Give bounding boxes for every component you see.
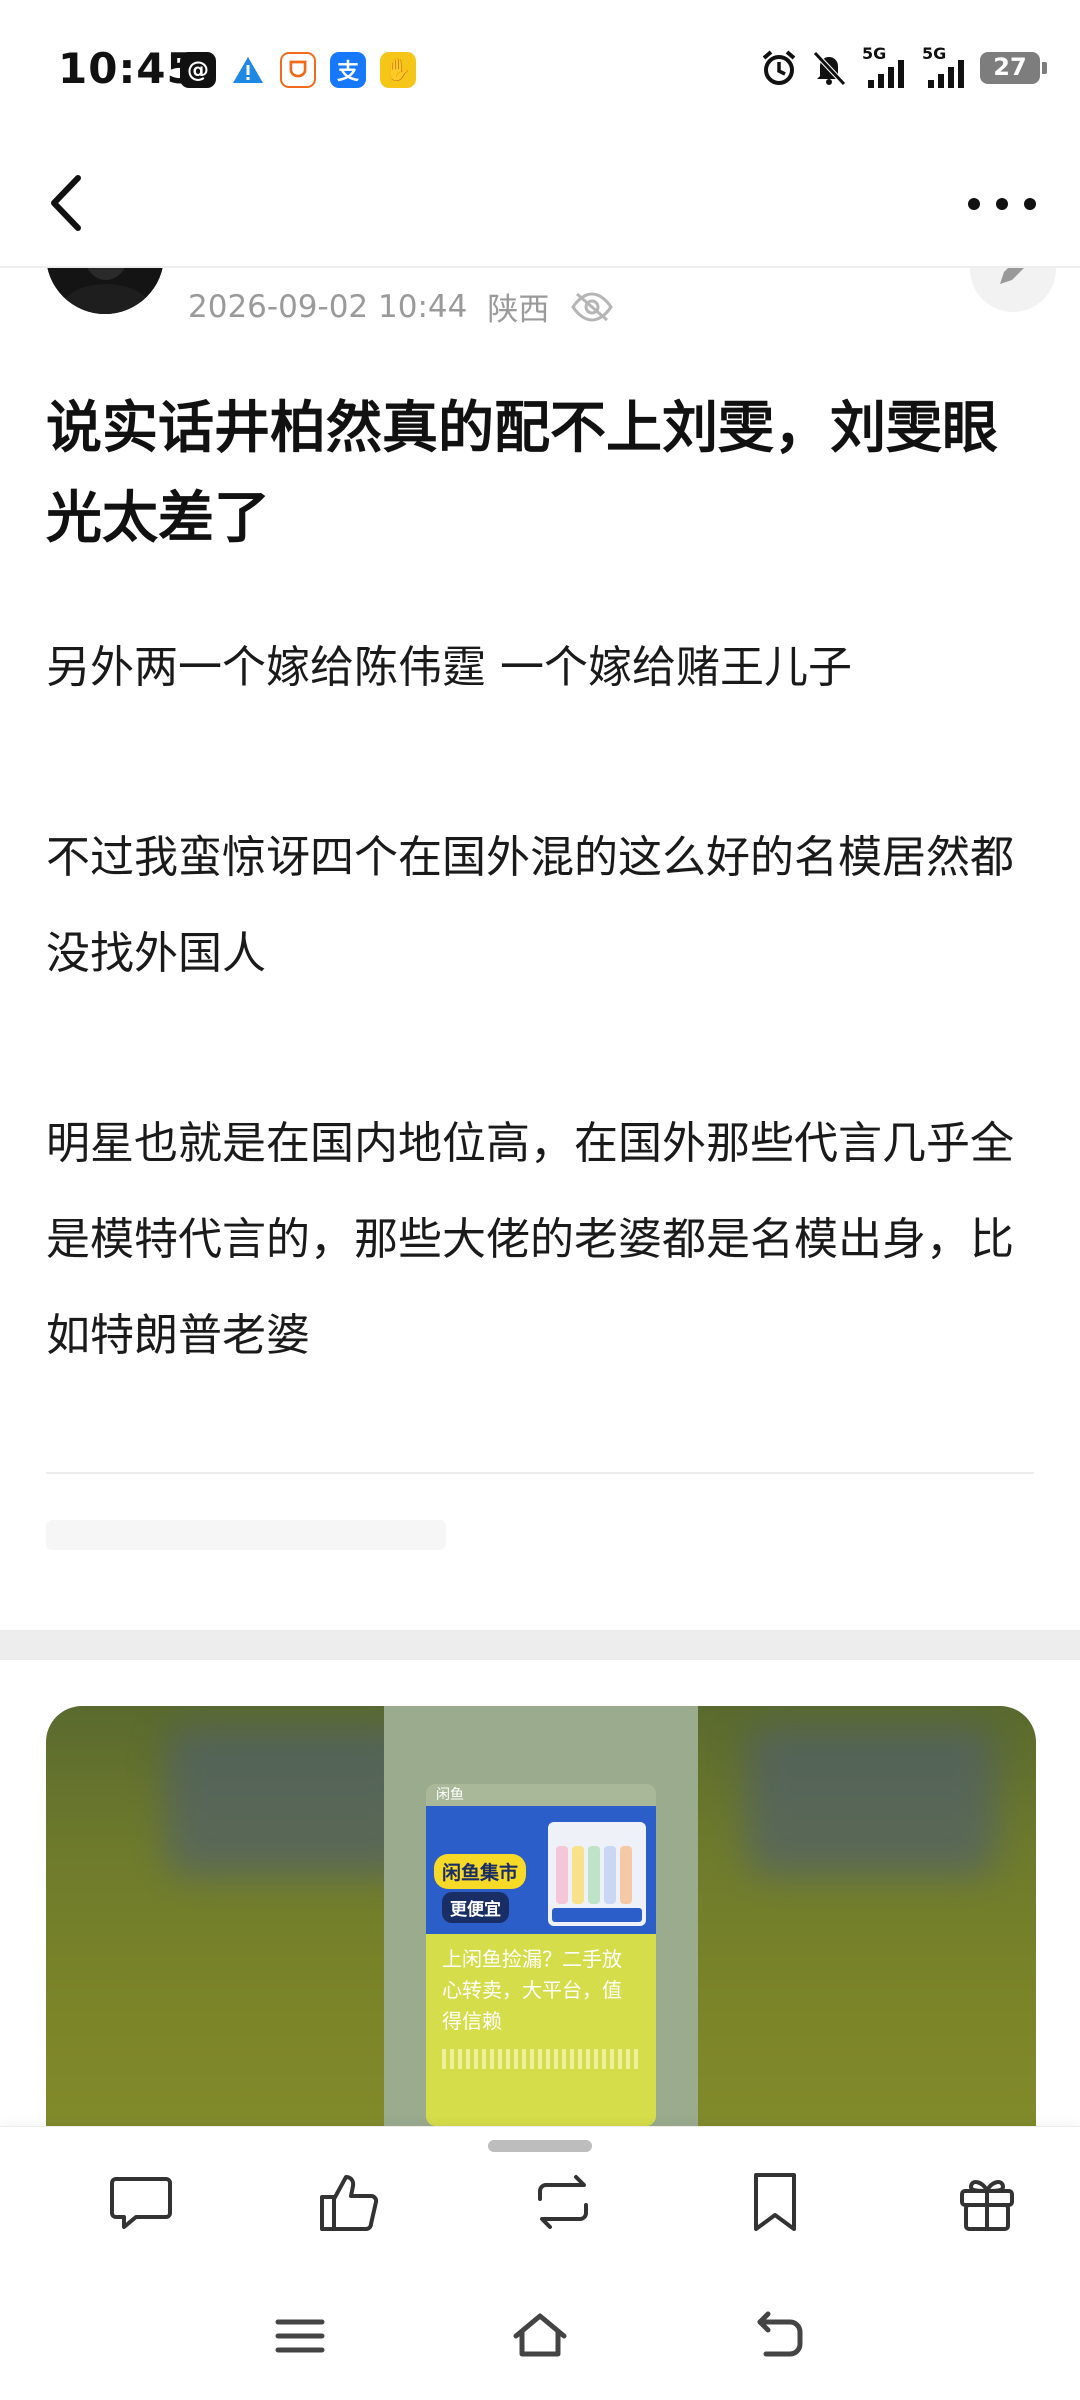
ad-banner: 闲鱼集市 更便宜 — [426, 1806, 656, 1934]
battery-level: 27 — [993, 53, 1027, 81]
ad-brand: 闲鱼 — [426, 1784, 656, 1806]
back-arrow-icon[interactable] — [40, 168, 100, 238]
divider — [46, 1472, 1034, 1474]
ad-decoration — [442, 2049, 640, 2069]
system-nav-bar — [0, 2276, 1080, 2400]
status-app-icons: @ ᗜ 支 ✋ — [180, 52, 416, 88]
battery-icon: 27 — [980, 52, 1047, 84]
alarm-icon — [762, 50, 796, 85]
section-separator — [0, 1630, 1080, 1660]
post-date: 2026-09-02 10:44 — [188, 288, 468, 325]
post-paragraph: 明星也就是在国内地位高，在国外那些代言几乎全是模特代言的，那些大佬的老婆都是名模… — [46, 1118, 1014, 1361]
alipay-icon: 支 — [330, 52, 366, 88]
top-nav-bar — [0, 140, 1080, 268]
ad-badge-sub: 更便宜 — [442, 1892, 509, 1923]
action-bar — [0, 2126, 1080, 2277]
more-dots-icon[interactable] — [962, 184, 1042, 224]
ad-background-blur — [166, 1726, 416, 1876]
post-title: 说实话井柏然真的配不上刘雯，刘雯眼光太差了 — [46, 396, 998, 551]
back-icon[interactable] — [750, 2308, 810, 2364]
taobao-icon: ᗜ — [280, 52, 316, 88]
warning-icon — [230, 52, 266, 88]
ad-badge-main: 闲鱼集市 — [434, 1854, 527, 1889]
status-bar: 10:45 @ ᗜ 支 ✋ 5G 5G 27 — [0, 0, 1080, 140]
repost-icon[interactable] — [528, 2167, 598, 2237]
wallet-icon: ✋ — [380, 52, 416, 88]
5g-signal-icon: 5G — [920, 44, 968, 88]
post-location: 陕西 — [487, 292, 550, 328]
eye-hidden-icon — [571, 291, 614, 322]
drag-handle[interactable] — [488, 2140, 592, 2152]
like-icon[interactable] — [314, 2167, 384, 2237]
gift-icon[interactable] — [952, 2167, 1022, 2237]
status-right: 5G 5G 27 — [760, 44, 1047, 88]
home-icon[interactable] — [510, 2308, 570, 2364]
placeholder-bar — [46, 1520, 446, 1550]
post-meta: 2026-09-02 10:44 陕西 — [188, 284, 615, 329]
comment-icon[interactable] — [106, 2167, 176, 2237]
post-paragraph: 不过我蛮惊讶四个在国外混的这么好的名模居然都没找外国人 — [46, 832, 1014, 979]
status-time: 10:45 — [58, 44, 197, 93]
ad-background-blur — [746, 1726, 996, 1876]
ad-text: 上闲鱼捡漏？二手放心转卖，大平台，值得信赖 — [442, 1947, 622, 2033]
post-paragraph: 另外两一个嫁给陈伟霆 一个嫁给赌王儿子 — [46, 642, 852, 693]
bookmark-icon[interactable] — [740, 2167, 810, 2237]
post-content: 2026-09-02 10:44 陕西 说实话井柏然真的配不上刘雯，刘雯眼光太差… — [0, 196, 1066, 1630]
mute-icon — [813, 51, 846, 86]
threads-icon: @ — [180, 52, 216, 88]
ad-product-image — [548, 1822, 646, 1926]
ad-creative[interactable]: 闲鱼 闲鱼集市 更便宜 上闲鱼捡漏？二手放心转卖，大平台，值得信赖 — [426, 1784, 656, 2126]
menu-icon[interactable] — [270, 2308, 330, 2364]
ad-card[interactable]: 闲鱼 闲鱼集市 更便宜 上闲鱼捡漏？二手放心转卖，大平台，值得信赖 — [46, 1706, 1036, 2126]
5g-signal-icon: 5G — [860, 44, 908, 88]
